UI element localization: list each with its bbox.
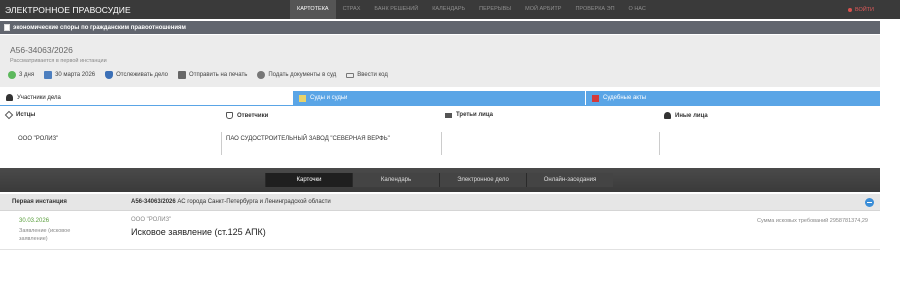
instance-label: Первая инстанция <box>12 199 67 205</box>
gear-icon <box>257 71 266 79</box>
submit-documents-button[interactable]: Подать документы в суд <box>257 71 336 79</box>
event-party: ООО "РОЛИЗ" <box>131 217 172 223</box>
date-indicator: 30 марта 2026 <box>44 71 95 79</box>
plaintiffs-label: Истцы <box>16 112 36 118</box>
clock-icon <box>8 71 16 79</box>
building-icon <box>299 94 306 102</box>
third-parties-heading: Третьи лица <box>445 112 660 118</box>
case-status: Рассматривается в первой инстанции <box>10 58 107 64</box>
plaintiffs-heading: Истцы <box>4 110 221 120</box>
days-label: 3 дня <box>19 72 35 78</box>
nav-item-bank-resheniy[interactable]: БАНК РЕШЕНИЙ <box>367 0 425 19</box>
instance-row[interactable]: Первая инстанция А56-34063/2026 АС город… <box>0 194 880 211</box>
other-parties-column: Иные лица <box>664 112 874 162</box>
document-icon <box>4 24 10 31</box>
defendants-heading: Ответчики <box>226 112 441 119</box>
submit-documents-label: Подать документы в суд <box>268 72 337 78</box>
person-icon <box>664 112 671 119</box>
track-case-button[interactable]: Отслеживать дело <box>105 71 168 79</box>
event-title[interactable]: Исковое заявление (ст.125 АПК) <box>131 227 266 237</box>
person-icon <box>6 94 13 101</box>
nav-item-proverka-ep[interactable]: ПРОВЕРКА ЭП <box>568 0 621 19</box>
plaintiff-name[interactable]: ООО "РОЛИЗ" <box>18 136 58 142</box>
collapse-icon[interactable] <box>865 198 874 207</box>
event-type: Заявление (исковое заявление) <box>19 228 71 242</box>
tab-courts[interactable]: Суды и судьи <box>293 91 585 105</box>
toggle-cards[interactable]: Карточки <box>265 173 352 187</box>
case-number: А56-34063/2026 <box>10 45 73 55</box>
toggle-online-sessions[interactable]: Онлайн-заседания <box>526 173 613 187</box>
instance-case-number: А56-34063/2026 <box>131 199 176 205</box>
tab-acts[interactable]: Судебные акты <box>585 91 880 105</box>
third-parties-column: Третьи лица <box>445 112 660 162</box>
case-tabs: Участники дела Суды и судьи Судебные акт… <box>0 91 880 105</box>
book-icon <box>592 94 599 102</box>
days-indicator: 3 дня <box>8 71 34 79</box>
toggle-electronic-case[interactable]: Электронное дело <box>439 173 526 187</box>
defendants-column: Ответчики ПАО СУДОСТРОИТЕЛЬНЫЙ ЗАВОД "СЕ… <box>226 112 441 162</box>
claim-amount: Сумма исковых требований 2958781374,29 <box>757 218 868 224</box>
nav-item-moy-arbitr[interactable]: МОЙ АРБИТР <box>518 0 568 19</box>
code-icon <box>346 72 355 78</box>
nav-item-o-nas[interactable]: О НАС <box>622 0 653 19</box>
case-header: А56-34063/2026 Рассматривается в первой … <box>0 35 880 87</box>
plaintiffs-column: Истцы ООО "РОЛИЗ" <box>4 110 221 162</box>
tab-participants-label: Участники дела <box>17 94 61 101</box>
login-icon <box>847 7 852 12</box>
third-parties-label: Третьи лица <box>456 112 493 118</box>
toggle-calendar[interactable]: Календарь <box>352 173 439 187</box>
top-navigation-bar: ЭЛЕКТРОННОЕ ПРАВОСУДИЕ КАРТОТЕКА СТРАХ Б… <box>0 0 900 19</box>
defendants-label: Ответчики <box>237 112 269 119</box>
other-parties-label: Иные лица <box>675 112 708 119</box>
shield-icon <box>105 71 114 79</box>
factory-icon <box>445 112 452 118</box>
case-actions: 3 дня 30 марта 2026 Отслеживать дело Отп… <box>8 71 398 79</box>
event-date: 30.03.2026 <box>19 218 50 224</box>
tab-acts-label: Судебные акты <box>603 95 647 101</box>
enter-code-button[interactable]: Ввести код <box>346 72 388 78</box>
enter-code-label: Ввести код <box>357 72 388 78</box>
track-case-label: Отслеживать дело <box>116 72 169 78</box>
swords-icon <box>4 110 14 120</box>
tab-participants[interactable]: Участники дела <box>0 91 293 105</box>
view-toggle-bar: Карточки Календарь Электронное дело Онла… <box>0 168 880 192</box>
date-label: 30 марта 2026 <box>55 72 96 78</box>
event-row: 30.03.2026 Заявление (исковое заявление)… <box>0 212 880 250</box>
tab-underline <box>0 105 880 106</box>
print-button[interactable]: Отправить на печать <box>178 71 247 79</box>
category-bar: экономические споры по гражданским право… <box>0 21 880 34</box>
category-label: экономические споры по гражданским право… <box>13 24 186 31</box>
login-link[interactable]: ВОЙТИ <box>847 0 874 19</box>
participants-panel: Истцы ООО "РОЛИЗ" Ответчики ПАО СУДОСТРО… <box>0 110 880 162</box>
instance-court: АС города Санкт-Петербурга и Ленинградск… <box>177 199 331 205</box>
nav-item-pereryvy[interactable]: ПЕРЕРЫВЫ <box>472 0 518 19</box>
column-divider <box>659 132 660 155</box>
nav-item-strakh[interactable]: СТРАХ <box>336 0 368 19</box>
instance-case: А56-34063/2026 АС города Санкт-Петербург… <box>131 199 331 205</box>
nav-item-kartoteka[interactable]: КАРТОТЕКА <box>290 0 336 19</box>
shield-outline-icon <box>226 112 233 119</box>
calendar-icon <box>44 71 53 79</box>
login-label: ВОЙТИ <box>854 6 874 13</box>
main-nav: КАРТОТЕКА СТРАХ БАНК РЕШЕНИЙ КАЛЕНДАРЬ П… <box>290 0 653 19</box>
nav-item-kalendar[interactable]: КАЛЕНДАРЬ <box>425 0 472 19</box>
site-brand[interactable]: ЭЛЕКТРОННОЕ ПРАВОСУДИЕ <box>0 5 290 15</box>
view-toggles: Карточки Календарь Электронное дело Онла… <box>265 173 613 187</box>
column-divider <box>221 132 222 155</box>
other-parties-heading: Иные лица <box>664 112 874 119</box>
defendant-name[interactable]: ПАО СУДОСТРОИТЕЛЬНЫЙ ЗАВОД "СЕВЕРНАЯ ВЕР… <box>226 136 390 142</box>
print-icon <box>178 71 187 79</box>
tab-courts-label: Суды и судьи <box>310 95 348 101</box>
column-divider <box>441 132 442 155</box>
print-label: Отправить на печать <box>189 72 248 78</box>
